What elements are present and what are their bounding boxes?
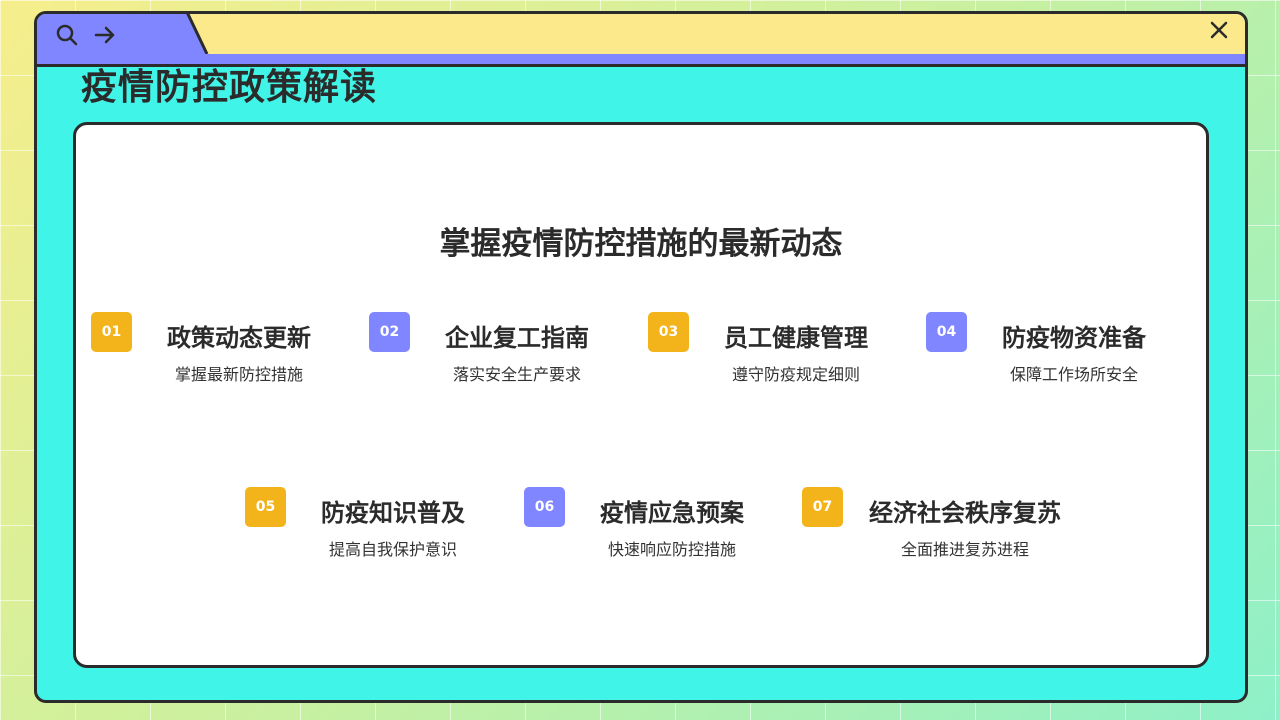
item-title: 防疫物资准备 <box>1002 324 1146 352</box>
item-subtitle: 全面推进复苏进程 <box>900 540 1029 559</box>
item-subtitle: 掌握最新防控措施 <box>174 365 303 384</box>
content-panel: 掌握疫情防控措施的最新动态 01 政策动态更新 掌握最新防控措施 02 企业复工… <box>73 122 1209 668</box>
list-item: 04 防疫物资准备 保障工作场所安全 <box>926 312 1186 392</box>
item-subtitle: 落实安全生产要求 <box>452 365 581 384</box>
list-item: 07 经济社会秩序复苏 全面推进复苏进程 <box>802 487 1102 567</box>
number-badge: 04 <box>926 312 967 352</box>
arrow-right-icon[interactable] <box>93 23 117 47</box>
item-title: 经济社会秩序复苏 <box>869 499 1061 527</box>
search-icon[interactable] <box>55 23 79 47</box>
list-item: 01 政策动态更新 掌握最新防控措施 <box>91 312 351 392</box>
item-subtitle: 保障工作场所安全 <box>1009 365 1138 384</box>
page-title: 疫情防控政策解读 <box>81 67 378 108</box>
close-icon[interactable] <box>1207 18 1231 42</box>
window-tab[interactable] <box>37 14 187 54</box>
number-badge: 02 <box>369 312 410 352</box>
item-title: 员工健康管理 <box>724 324 868 352</box>
section-heading: 掌握疫情防控措施的最新动态 <box>439 226 843 262</box>
number-badge: 07 <box>802 487 843 527</box>
item-title: 疫情应急预案 <box>600 499 744 527</box>
number-badge: 06 <box>524 487 565 527</box>
item-title: 防疫知识普及 <box>321 499 465 527</box>
item-title: 企业复工指南 <box>445 324 589 352</box>
item-subtitle: 遵守防疫规定细则 <box>731 365 860 384</box>
list-item: 06 疫情应急预案 快速响应防控措施 <box>524 487 784 567</box>
list-item: 02 企业复工指南 落实安全生产要求 <box>369 312 629 392</box>
number-badge: 01 <box>91 312 132 352</box>
item-title: 政策动态更新 <box>167 324 311 352</box>
number-badge: 03 <box>648 312 689 352</box>
item-subtitle: 快速响应防控措施 <box>607 540 736 559</box>
title-bar <box>37 14 1245 57</box>
number-badge: 05 <box>245 487 286 527</box>
list-item: 03 员工健康管理 遵守防疫规定细则 <box>648 312 908 392</box>
tab-edge <box>183 14 209 55</box>
list-item: 05 防疫知识普及 提高自我保护意识 <box>245 487 505 567</box>
browser-window: 疫情防控政策解读 掌握疫情防控措施的最新动态 01 政策动态更新 掌握最新防控措… <box>34 11 1248 703</box>
item-subtitle: 提高自我保护意识 <box>328 540 457 559</box>
